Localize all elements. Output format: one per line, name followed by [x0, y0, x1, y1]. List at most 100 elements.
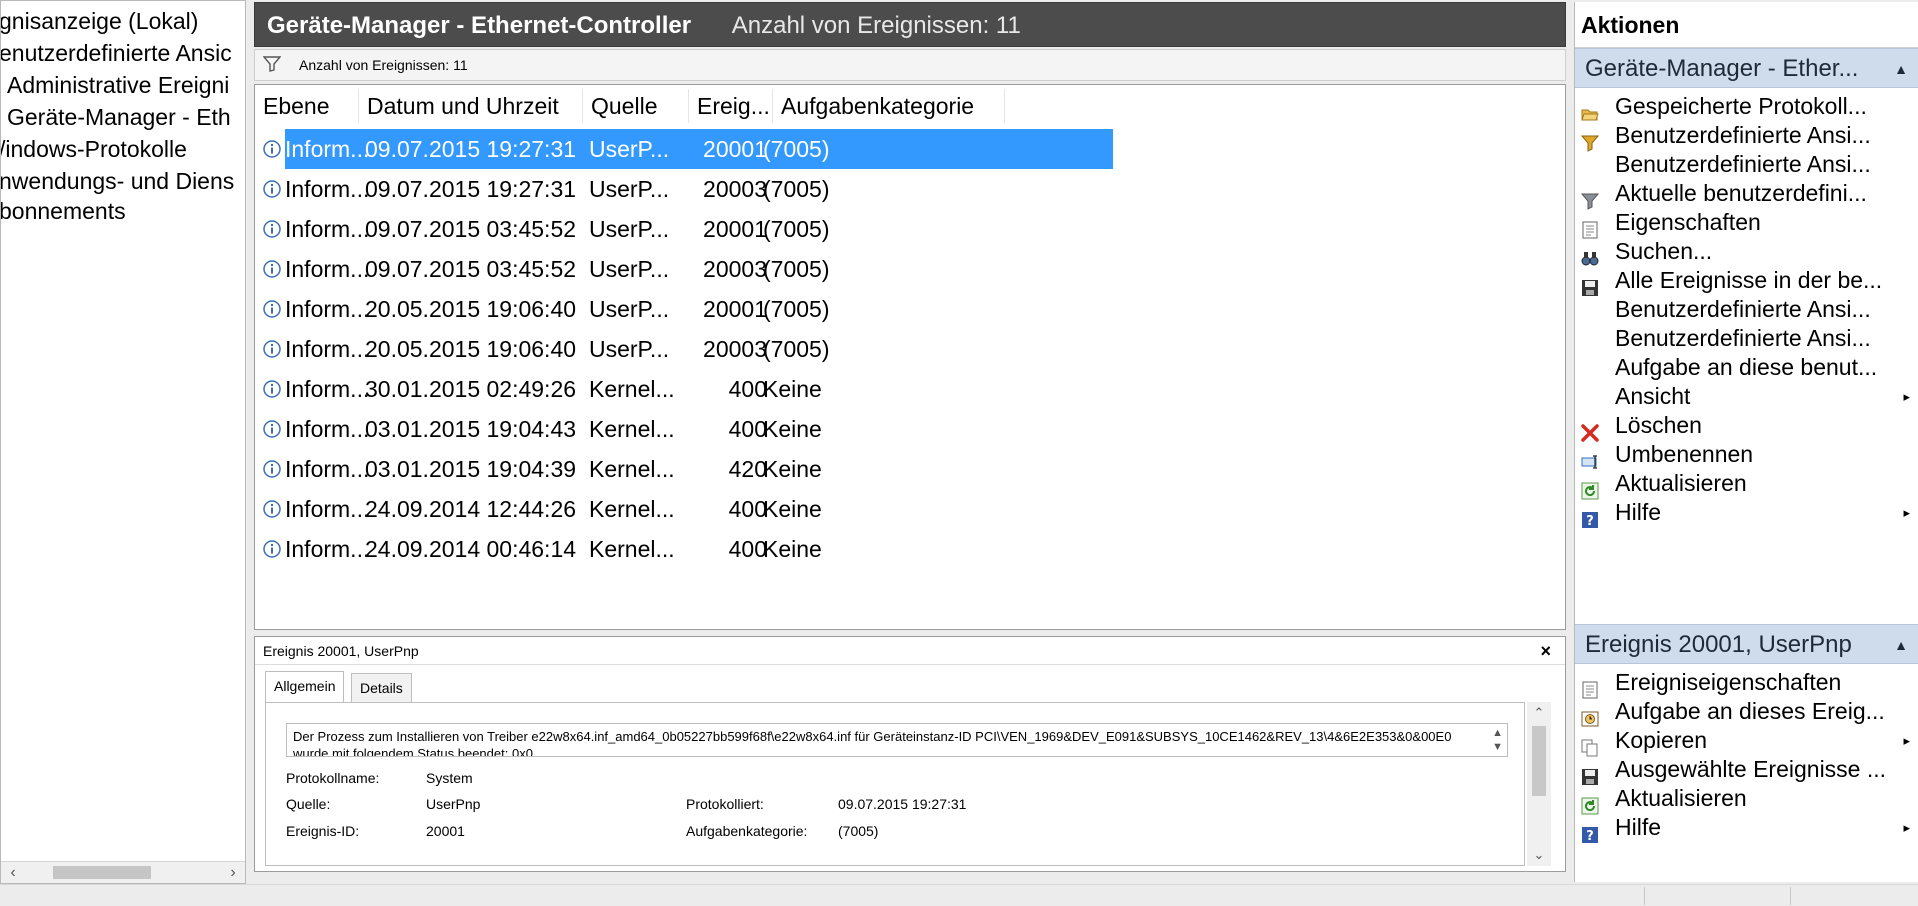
scroll-right-button[interactable]: › [223, 862, 243, 883]
tree-item-administrative-events[interactable]: Administrative Ereigni [7, 71, 229, 101]
help-icon: ? [1581, 819, 1599, 844]
information-icon [263, 180, 281, 198]
column-header-date[interactable]: Datum und Uhrzeit [359, 89, 583, 123]
cell-event-id: 20003 [703, 176, 767, 202]
column-header-task-category[interactable]: Aufgabenkategorie [773, 89, 1005, 123]
cell-level: Inform... [285, 376, 370, 402]
scroll-up-button[interactable]: ⌃ [1527, 702, 1551, 724]
table-row[interactable]: Inform... 20.05.2015 19:06:40 UserP... 2… [255, 329, 1565, 369]
actions-pane: Aktionen Geräte-Manager - Ether... ▲ Ges… [1574, 2, 1918, 882]
svg-text:?: ? [1586, 514, 1594, 529]
binoculars-icon [1581, 243, 1599, 266]
cell-source: Kernel... [589, 536, 675, 562]
protokollname-value: System [426, 770, 473, 786]
status-bar [0, 884, 1918, 906]
cell-level: Inform... [285, 496, 370, 522]
tab-details[interactable]: Details [351, 673, 412, 703]
svg-text:?: ? [1586, 829, 1594, 844]
protokolliert-value: 09.07.2015 19:27:31 [838, 796, 967, 812]
detail-title: Ereignis 20001, UserPnp [263, 643, 419, 659]
collapse-icon[interactable]: ▲ [1894, 625, 1908, 665]
filter-icon [1580, 185, 1600, 210]
tree-item-app-service-logs[interactable]: nwendungs- und Diens [1, 167, 234, 197]
cell-level: Inform... [285, 176, 370, 202]
tree-item-windows-logs[interactable]: /indows-Protokolle [0, 135, 187, 165]
scroll-down-button[interactable]: ⌄ [1527, 844, 1551, 866]
protokolliert-label: Protokolliert: [686, 796, 764, 812]
scroll-thumb[interactable] [1532, 726, 1546, 796]
cell-level: Inform... [285, 296, 370, 322]
cell-level: Inform... [285, 256, 370, 282]
cell-task-category: Keine [763, 416, 822, 442]
cell-date: 09.07.2015 03:45:52 [365, 256, 577, 282]
tree-item-custom-views[interactable]: enutzerdefinierte Ansic [0, 39, 232, 69]
tab-general[interactable]: Allgemein [265, 671, 345, 703]
description-scroll-icon[interactable]: ▲ ▼ [1492, 726, 1503, 754]
cell-event-id: 20001 [703, 216, 767, 242]
column-header-event-id[interactable]: Ereig... [689, 89, 773, 123]
filter-icon [263, 56, 281, 72]
quelle-value: UserPnp [426, 796, 481, 812]
table-row[interactable]: Inform... 20.05.2015 19:06:40 UserP... 2… [255, 289, 1565, 329]
section-title: Geräte-Manager - Ether... [1585, 55, 1859, 82]
section-header-event[interactable]: Ereignis 20001, UserPnp ▲ [1575, 624, 1918, 664]
information-icon [263, 500, 281, 518]
save-icon [1581, 761, 1599, 785]
column-header-source[interactable]: Quelle [583, 89, 689, 123]
table-row[interactable]: Inform... 09.07.2015 03:45:52 UserP... 2… [255, 209, 1565, 249]
tree-item-subscriptions[interactable]: bonnements [1, 197, 126, 227]
cell-level: Inform... [285, 416, 370, 442]
column-header-level[interactable]: Ebene [255, 89, 359, 123]
table-row[interactable]: Inform... 24.09.2014 00:46:14 Kernel... … [255, 529, 1565, 569]
tree-item-device-manager[interactable]: Geräte-Manager - Eth [7, 103, 231, 133]
filter-gold-icon [1580, 127, 1600, 152]
submenu-arrow-icon: ▸ [1903, 505, 1910, 520]
cell-source: Kernel... [589, 376, 675, 402]
table-row[interactable]: Inform... 03.01.2015 19:04:43 Kernel... … [255, 409, 1565, 449]
action-item[interactable]: ? Hilfe ▸ [1575, 810, 1918, 845]
close-icon[interactable]: × [1540, 637, 1551, 665]
tree-item-label: Geräte-Manager - Eth [7, 104, 231, 130]
scroll-left-button[interactable]: ‹ [3, 862, 23, 883]
quelle-label: Quelle: [286, 796, 331, 812]
cell-source: UserP... [589, 136, 670, 162]
table-row[interactable]: Inform... 09.07.2015 19:27:31 UserP... 2… [255, 129, 1565, 169]
filter-bar: Anzahl von Ereignissen: 11 [254, 49, 1566, 81]
cell-task-category: (7005) [763, 296, 830, 322]
actions-title: Aktionen [1575, 2, 1918, 48]
cell-date: 03.01.2015 19:04:43 [365, 416, 577, 442]
information-icon [263, 380, 281, 398]
tree-item-root[interactable]: gnisanzeige (Lokal) [0, 7, 199, 37]
tree-horizontal-scrollbar[interactable]: ‹ › [1, 861, 245, 883]
submenu-arrow-icon: ▸ [1903, 820, 1910, 835]
section-title: Ereignis 20001, UserPnp [1585, 631, 1852, 658]
scroll-thumb[interactable] [53, 866, 151, 879]
task-icon [1581, 703, 1599, 727]
tree-item-label: gnisanzeige (Lokal) [0, 8, 199, 34]
detail-vertical-scrollbar[interactable]: ⌃ ⌄ [1527, 702, 1551, 866]
cell-event-id: 400 [728, 416, 767, 442]
status-separator [1644, 887, 1645, 905]
cell-source: Kernel... [589, 496, 675, 522]
cell-date: 09.07.2015 19:27:31 [365, 136, 577, 162]
table-row[interactable]: Inform... 09.07.2015 03:45:52 UserP... 2… [255, 249, 1565, 289]
table-row[interactable]: Inform... 30.01.2015 02:49:26 Kernel... … [255, 369, 1565, 409]
event-count: Anzahl von Ereignissen: 11 [731, 12, 1021, 39]
event-detail-pane: Ereignis 20001, UserPnp × Allgemein Deta… [254, 636, 1566, 872]
save-icon [1581, 272, 1599, 296]
table-row[interactable]: Inform... 09.07.2015 19:27:31 UserP... 2… [255, 169, 1565, 209]
section-header-log[interactable]: Geräte-Manager - Ether... ▲ [1575, 48, 1918, 88]
cell-level: Inform... [285, 536, 370, 562]
detail-header: Ereignis 20001, UserPnp × [255, 637, 1565, 665]
collapse-icon[interactable]: ▲ [1894, 49, 1908, 89]
tree-item-label: /indows-Protokolle [0, 136, 187, 162]
cell-task-category: (7005) [763, 336, 830, 362]
action-label: Hilfe [1615, 499, 1662, 525]
cell-task-category: Keine [763, 536, 822, 562]
cell-event-id: 20003 [703, 336, 767, 362]
table-row[interactable]: Inform... 03.01.2015 19:04:39 Kernel... … [255, 449, 1565, 489]
description-textbox[interactable]: Der Prozess zum Installieren von Treiber… [286, 723, 1508, 757]
tree-item-label: enutzerdefinierte Ansic [0, 40, 232, 66]
action-item[interactable]: ? Hilfe ▸ [1575, 495, 1918, 530]
table-row[interactable]: Inform... 24.09.2014 12:44:26 Kernel... … [255, 489, 1565, 529]
